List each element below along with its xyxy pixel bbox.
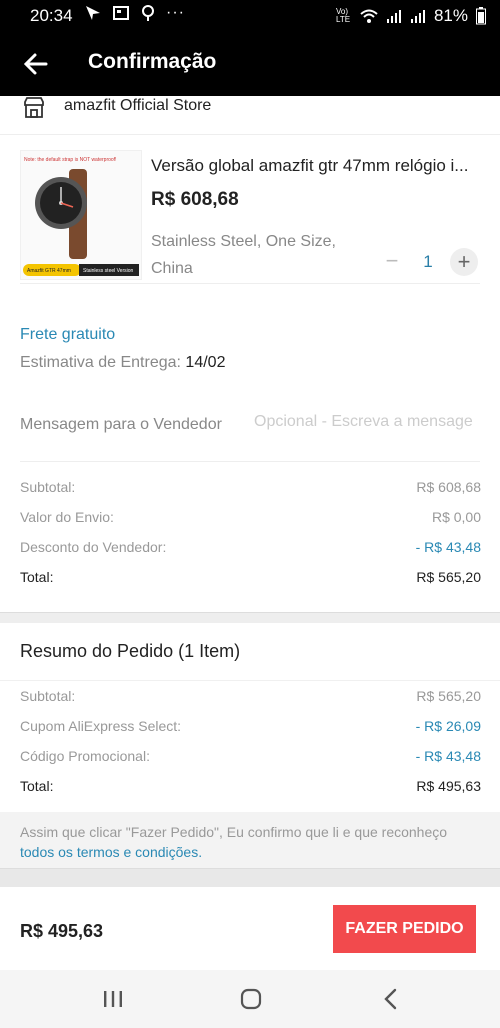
- delivery-estimate-value: 14/02: [185, 354, 226, 371]
- store-name: amazfit Official Store: [64, 97, 212, 114]
- status-bar: 20:34 ··· Vo) LTE 81%: [0, 0, 500, 32]
- product-image-graphic: Note: the default strap is NOT waterproo…: [23, 157, 139, 276]
- terms-link[interactable]: todos os termos e condições.: [20, 844, 202, 860]
- summary-row: Desconto do Vendedor: - R$ 43,48: [20, 533, 481, 563]
- divider: [20, 283, 480, 284]
- summary-row-label: Valor do Envio:: [20, 509, 114, 525]
- signal-icon: [386, 10, 401, 23]
- summary-row-value: R$ 495,63: [416, 778, 481, 794]
- store-icon: [24, 97, 44, 118]
- section-separator: [0, 612, 500, 623]
- seller-message-label: Mensagem para o Vendedor: [20, 416, 222, 433]
- summary-row-label: Cupom AliExpress Select:: [20, 718, 182, 734]
- product-image[interactable]: Note: the default strap is NOT waterproo…: [20, 150, 142, 280]
- order-total: R$ 495,63: [20, 921, 104, 941]
- battery-level: 81%: [433, 6, 468, 25]
- summary-row: Cupom AliExpress Select: - R$ 26,09: [20, 712, 481, 742]
- quantity-value: 1: [423, 252, 433, 271]
- summary-row-value: R$ 608,68: [416, 479, 481, 495]
- wifi-icon: [360, 9, 378, 23]
- quantity-stepper: − 1 +: [378, 248, 478, 276]
- section-separator: [0, 868, 500, 887]
- summary-row-label: Total:: [20, 569, 54, 585]
- seller-message-input[interactable]: [252, 412, 486, 432]
- summary-row-label: Total:: [20, 778, 54, 794]
- navigation-icon: [86, 6, 100, 20]
- terms-notice: Assim que clicar "Fazer Pedido", Eu conf…: [0, 812, 500, 868]
- checkout-bottom-bar: R$ 495,63 FAZER PEDIDO: [0, 888, 500, 970]
- summary-row-label: Subtotal:: [20, 688, 76, 704]
- variant-line-1: Stainless Steel, One Size,: [151, 233, 336, 250]
- store-header[interactable]: amazfit Official Store: [0, 96, 500, 135]
- summary-row: Total: R$ 565,20: [20, 563, 481, 593]
- app-bar: Confirmação: [0, 32, 500, 96]
- summary-row-value: R$ 565,20: [416, 688, 481, 704]
- product-price: R$ 608,68: [151, 189, 239, 210]
- variant-line-2: China: [151, 260, 193, 277]
- summary-row: Código Promocional: - R$ 43,48: [20, 742, 481, 772]
- battery-icon: [476, 7, 486, 25]
- product-variant: Stainless Steel, One Size, China: [151, 228, 351, 282]
- thumb-note: Note: the default strap is NOT waterproo…: [24, 157, 116, 163]
- summary-row-value: - R$ 43,48: [415, 748, 481, 764]
- order-price-summary: Subtotal: R$ 565,20 Cupom AliExpress Selec…: [20, 682, 481, 802]
- system-nav-bar: [0, 970, 500, 1028]
- recents-icon[interactable]: [98, 986, 128, 1012]
- delivery-estimate-label: Estimativa de Entrega:: [20, 354, 181, 371]
- arrow-left-icon[interactable]: [20, 48, 52, 80]
- back-icon[interactable]: [376, 986, 406, 1012]
- location-icon: [142, 5, 154, 21]
- divider: [20, 461, 480, 462]
- page-title: Confirmação: [88, 50, 217, 73]
- news-icon: [113, 6, 129, 20]
- summary-row: Subtotal: R$ 608,68: [20, 473, 481, 503]
- divider: [0, 680, 500, 681]
- summary-row-value: - R$ 43,48: [415, 539, 481, 555]
- home-icon[interactable]: [236, 986, 266, 1012]
- quantity-minus-button[interactable]: −: [378, 248, 406, 276]
- store-price-summary: Subtotal: R$ 608,68 Valor do Envio: R$ 0,00…: [20, 473, 481, 593]
- terms-text: Assim que clicar "Fazer Pedido", Eu conf…: [20, 824, 448, 840]
- summary-row-label: Código Promocional:: [20, 748, 150, 764]
- thumb-label-right: Stainless steel Version: [83, 268, 134, 274]
- summary-row-label: Subtotal:: [20, 479, 76, 495]
- order-summary-title: Resumo do Pedido (1 Item): [20, 641, 241, 661]
- signal-icon: [410, 10, 425, 23]
- summary-row-value: R$ 565,20: [416, 569, 481, 585]
- summary-row-value: - R$ 26,09: [415, 718, 481, 734]
- product-name[interactable]: Versão global amazfit gtr 47mm relógio i…: [151, 156, 481, 176]
- shipping-info: Frete gratuito Estimativa de Entrega: 14…: [20, 326, 225, 372]
- more-dots-icon: ···: [166, 4, 185, 21]
- summary-row-value: R$ 0,00: [431, 509, 481, 525]
- thumb-label-left: Amazfit GTR 47mm: [27, 268, 71, 274]
- summary-row: Subtotal: R$ 565,20: [20, 682, 481, 712]
- status-time: 20:34: [30, 6, 73, 25]
- quantity-plus-button[interactable]: +: [450, 248, 478, 276]
- product-item: Note: the default strap is NOT waterproo…: [0, 146, 500, 286]
- summary-row: Total: R$ 495,63: [20, 772, 481, 802]
- summary-row: Valor do Envio: R$ 0,00: [20, 503, 481, 533]
- delivery-estimate: Estimativa de Entrega: 14/02: [20, 354, 225, 372]
- free-shipping-link[interactable]: Frete gratuito: [20, 326, 225, 344]
- summary-row-label: Desconto do Vendedor:: [20, 539, 167, 555]
- place-order-button[interactable]: FAZER PEDIDO: [333, 905, 476, 953]
- network-label: Vo) LTE: [335, 7, 351, 24]
